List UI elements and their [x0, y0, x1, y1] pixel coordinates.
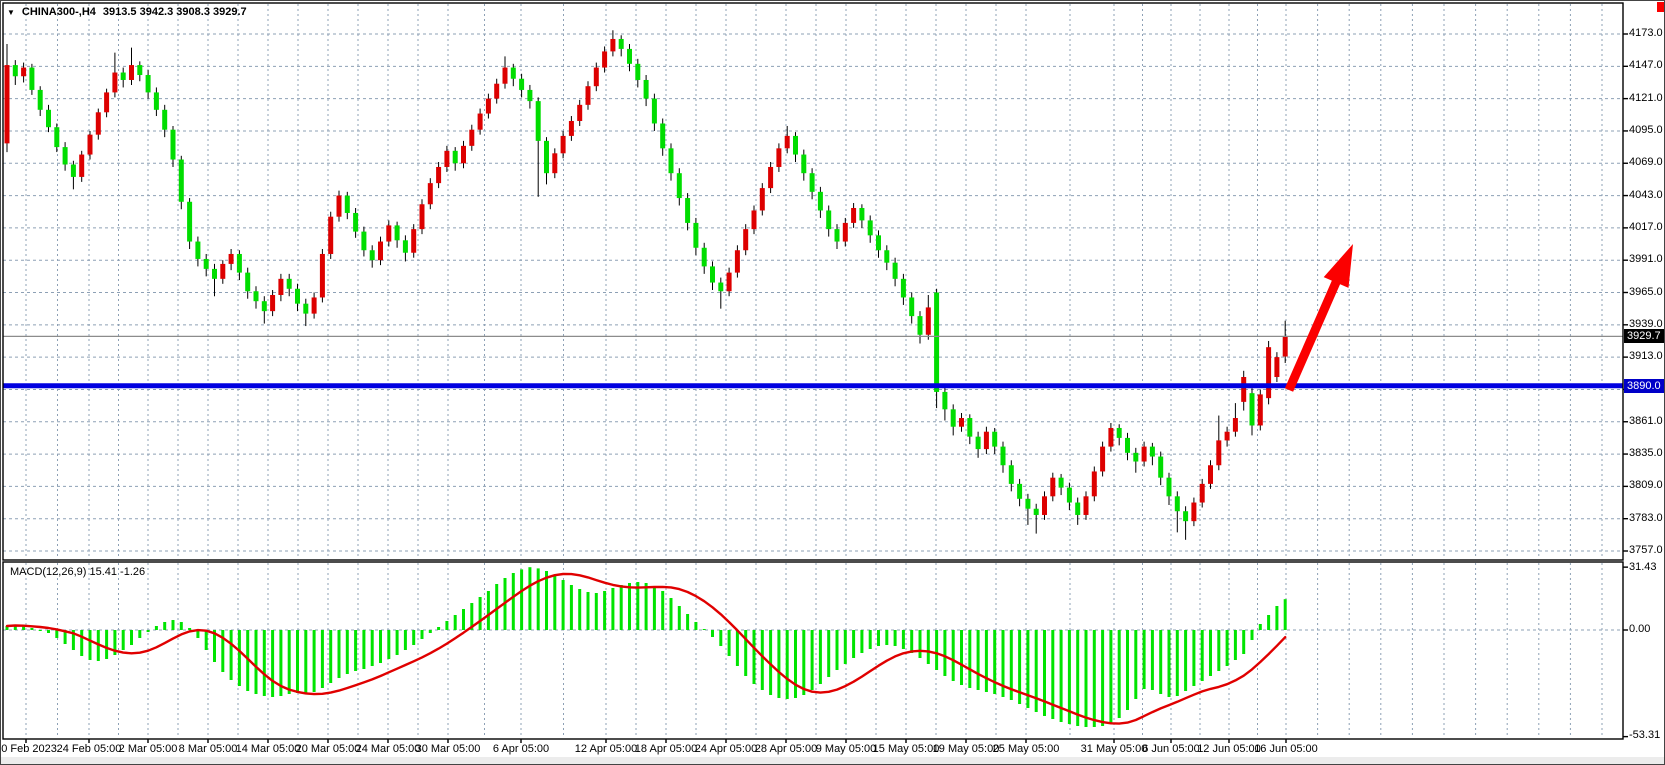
- price-axis-label[interactable]: 4121.0: [1629, 92, 1663, 104]
- level-price-badge: 3890.0: [1624, 379, 1665, 393]
- time-axis-label[interactable]: 9 May 05:00: [816, 743, 877, 755]
- price-axis-label[interactable]: 3991.0: [1629, 253, 1663, 265]
- price-axis-label[interactable]: 4147.0: [1629, 59, 1663, 71]
- time-axis-label[interactable]: 12 Apr 05:00: [575, 743, 637, 755]
- time-axis-label[interactable]: 15 May 05:00: [873, 743, 940, 755]
- time-axis-label[interactable]: 30 Mar 05:00: [416, 743, 481, 755]
- price-axis-label[interactable]: 3783.0: [1629, 512, 1663, 524]
- time-axis-label[interactable]: 2 Mar 05:00: [119, 743, 178, 755]
- price-axis-label[interactable]: 3939.0: [1629, 318, 1663, 330]
- price-axis-label[interactable]: 3757.0: [1629, 544, 1663, 556]
- price-axis-label[interactable]: 3913.0: [1629, 350, 1663, 362]
- time-axis-label[interactable]: 20 Feb 2023: [0, 743, 57, 755]
- price-chart-canvas[interactable]: [1, 1, 1665, 765]
- current-price-badge: 3929.7: [1624, 329, 1665, 343]
- price-axis-label[interactable]: 3809.0: [1629, 479, 1663, 491]
- price-axis-label[interactable]: 4173.0: [1629, 27, 1663, 39]
- macd-indicator-label: MACD(12,26,9) 15.41 -1.26: [10, 566, 145, 578]
- symbol-ohlc-values: 3913.5 3942.3 3908.3 3929.7: [103, 6, 247, 18]
- symbol-title: CHINA300-,H4: [22, 6, 96, 18]
- time-axis-label[interactable]: 6 Apr 05:00: [493, 743, 549, 755]
- price-axis-label[interactable]: 4043.0: [1629, 189, 1663, 201]
- time-axis-label[interactable]: 6 Jun 05:00: [1142, 743, 1200, 755]
- chevron-down-icon[interactable]: ▼: [7, 7, 15, 18]
- time-axis-label[interactable]: 12 Jun 05:00: [1197, 743, 1261, 755]
- price-axis-label[interactable]: 4069.0: [1629, 156, 1663, 168]
- time-axis-label[interactable]: 24 Mar 05:00: [356, 743, 421, 755]
- price-axis-label[interactable]: 3835.0: [1629, 447, 1663, 459]
- time-axis-label[interactable]: 25 May 05:00: [993, 743, 1060, 755]
- grid-lines: [3, 4, 1623, 738]
- macd-axis-max: 31.43: [1629, 561, 1657, 573]
- time-axis-label[interactable]: 20 Mar 05:00: [296, 743, 361, 755]
- trend-arrow[interactable]: [1289, 244, 1353, 390]
- chart-window: ▼ CHINA300-,H4 3913.5 3942.3 3908.3 3929…: [0, 0, 1665, 765]
- time-axis-label[interactable]: 31 May 05:00: [1081, 743, 1148, 755]
- macd-axis-min: -53.31: [1629, 729, 1660, 741]
- candles-series: [5, 30, 1288, 540]
- macd-histogram: [6, 567, 1287, 727]
- price-axis-label[interactable]: 4095.0: [1629, 124, 1663, 136]
- time-axis-label[interactable]: 28 Apr 05:00: [755, 743, 817, 755]
- time-axis-label[interactable]: 8 Mar 05:00: [179, 743, 238, 755]
- time-axis-label[interactable]: 24 Apr 05:00: [695, 743, 757, 755]
- price-axis-label[interactable]: 3861.0: [1629, 415, 1663, 427]
- time-axis-label[interactable]: 24 Feb 05:00: [57, 743, 122, 755]
- price-axis-label[interactable]: 3965.0: [1629, 286, 1663, 298]
- top-right-marker: [1657, 2, 1665, 12]
- macd-axis-zero: 0.00: [1629, 623, 1650, 635]
- time-axis-label[interactable]: 19 May 05:00: [933, 743, 1000, 755]
- symbol-info-bar: ▼ CHINA300-,H4 3913.5 3942.3 3908.3 3929…: [7, 6, 247, 18]
- time-axis-label[interactable]: 18 Apr 05:00: [635, 743, 697, 755]
- time-axis-label[interactable]: 14 Mar 05:00: [236, 743, 301, 755]
- time-axis-label[interactable]: 16 Jun 05:00: [1254, 743, 1318, 755]
- price-axis-label[interactable]: 4017.0: [1629, 221, 1663, 233]
